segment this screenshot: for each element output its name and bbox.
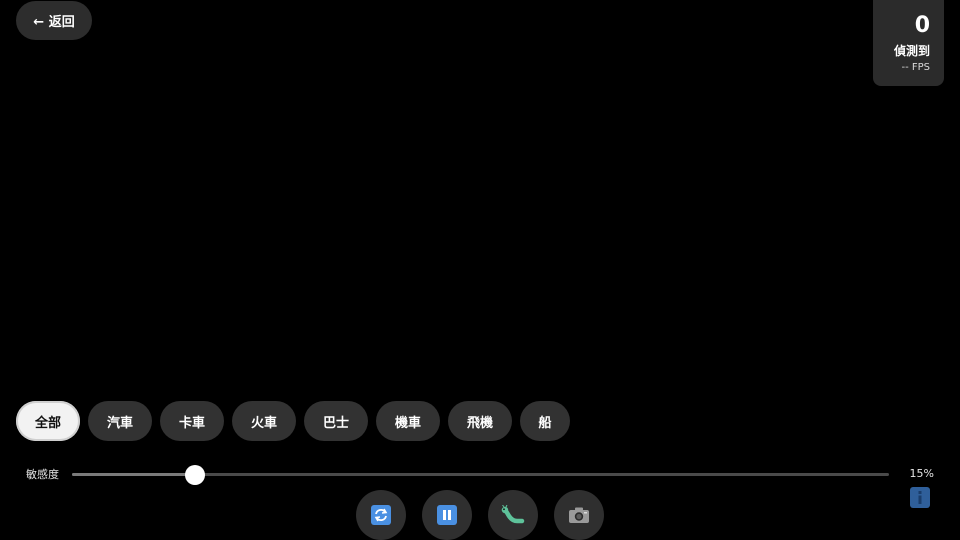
filter-chip-bus[interactable]: 巴士 xyxy=(304,401,368,441)
filter-chip-all[interactable]: 全部 xyxy=(16,401,80,441)
info-button[interactable] xyxy=(910,487,930,508)
info-icon xyxy=(918,491,922,504)
bug-icon xyxy=(501,505,525,524)
rotate-icon xyxy=(371,505,391,525)
back-label: ← 返回 xyxy=(33,15,75,30)
filter-chip-boat[interactable]: 船 xyxy=(520,401,570,441)
fps-readout: -- FPS xyxy=(901,62,930,73)
sensitivity-value: 15% xyxy=(909,467,934,480)
sensitivity-slider-fill xyxy=(72,473,195,476)
sensitivity-slider[interactable] xyxy=(72,465,889,485)
filter-chip-label: 全部 xyxy=(34,415,61,431)
detected-label: 偵測到 xyxy=(893,44,930,58)
filter-chip-truck[interactable]: 卡車 xyxy=(160,401,224,441)
filter-chip-label: 汽車 xyxy=(106,415,133,431)
filter-chip-train[interactable]: 火車 xyxy=(232,401,296,441)
filter-chip-label: 船 xyxy=(538,415,552,431)
detection-stats: 0 偵測到 -- FPS xyxy=(873,0,944,86)
filter-chip-label: 機車 xyxy=(394,415,421,431)
capture-button[interactable] xyxy=(554,490,604,540)
filter-chip-motorcycle[interactable]: 機車 xyxy=(376,401,440,441)
filter-chip-car[interactable]: 汽車 xyxy=(88,401,152,441)
category-filter-bar: 全部 汽車 卡車 火車 巴士 機車 飛機 船 xyxy=(16,401,570,441)
back-button[interactable]: ← 返回 xyxy=(16,1,92,40)
filter-chip-label: 卡車 xyxy=(178,415,205,431)
switch-camera-button[interactable] xyxy=(356,490,406,540)
sensitivity-label: 敏感度 xyxy=(26,468,59,481)
filter-chip-label: 火車 xyxy=(250,415,277,431)
filter-chip-label: 飛機 xyxy=(466,415,493,431)
camera-icon xyxy=(569,507,589,523)
filter-chip-airplane[interactable]: 飛機 xyxy=(448,401,512,441)
camera-view: ← 返回 0 偵測到 -- FPS 全部 汽車 卡車 火車 巴士 機車 飛機 船 xyxy=(0,0,960,540)
sensitivity-control: 敏感度 15% xyxy=(26,464,936,485)
debug-button[interactable] xyxy=(488,490,538,540)
pause-icon xyxy=(437,505,457,525)
pause-button[interactable] xyxy=(422,490,472,540)
detected-count: 0 xyxy=(914,13,930,38)
filter-chip-label: 巴士 xyxy=(322,415,349,431)
sensitivity-slider-thumb[interactable] xyxy=(184,465,205,485)
camera-controls xyxy=(356,490,604,540)
